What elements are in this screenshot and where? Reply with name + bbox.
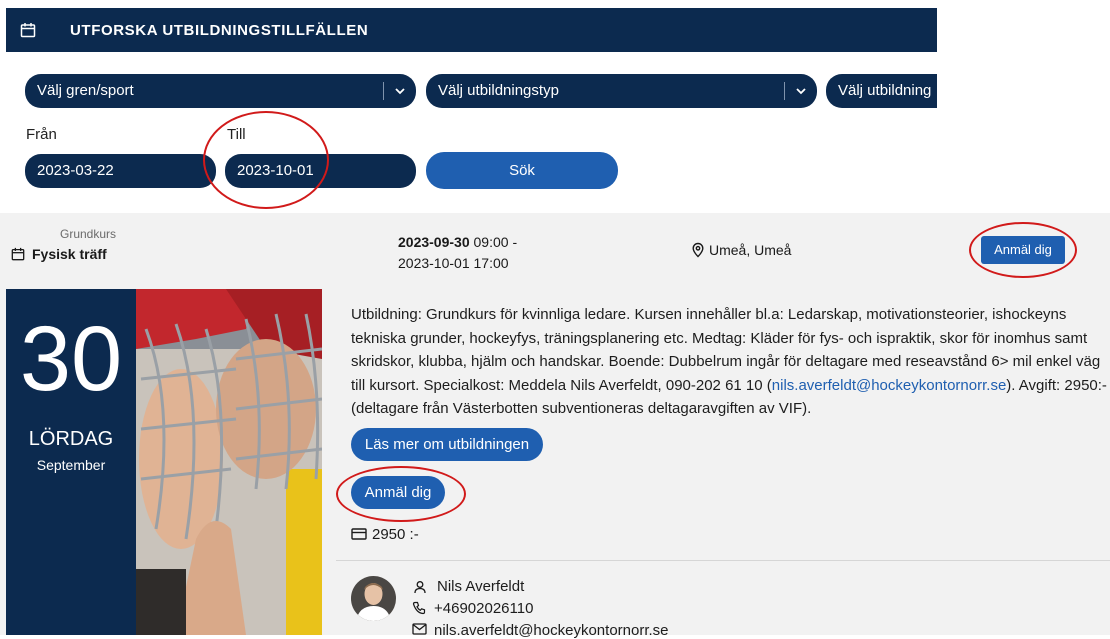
sport-select-label: Välj gren/sport bbox=[37, 82, 134, 99]
event-datetime: 2023-09-30 09:00 - 2023-10-01 17:00 bbox=[398, 232, 517, 274]
event-location: Umeå, Umeå bbox=[709, 242, 792, 258]
price: 2950 :- bbox=[372, 526, 419, 543]
annotation-circle-to-date bbox=[203, 111, 329, 209]
location-pin-icon bbox=[692, 242, 704, 258]
chevron-down-icon bbox=[796, 88, 806, 95]
event-description: Utbildning: Grundkurs för kvinnliga leda… bbox=[351, 303, 1110, 421]
event-photo-illustration bbox=[136, 289, 322, 635]
select-divider bbox=[383, 82, 384, 100]
contact-email[interactable]: nils.averfeldt@hockeykontornorr.se bbox=[434, 622, 669, 639]
mail-icon bbox=[412, 623, 427, 635]
event-start-date: 2023-09-30 bbox=[398, 234, 470, 250]
weekday: LÖRDAG bbox=[28, 428, 114, 450]
annotation-circle-register bbox=[336, 466, 466, 522]
contact-phone[interactable]: +46902026110 bbox=[434, 600, 533, 617]
sport-select[interactable]: Välj gren/sport bbox=[25, 74, 416, 108]
person-icon bbox=[414, 581, 426, 594]
from-label: Från bbox=[26, 126, 57, 143]
month: September bbox=[36, 457, 106, 473]
read-more-button[interactable]: Läs mer om utbildningen bbox=[351, 428, 543, 461]
from-date-input[interactable]: 2023-03-22 bbox=[25, 154, 216, 188]
event-start-time: 09:00 - bbox=[473, 234, 518, 250]
chevron-down-icon bbox=[395, 88, 405, 95]
page-header: UTFORSKA UTBILDNINGSTILLFÄLLEN bbox=[6, 8, 937, 52]
education-type-select[interactable]: Välj utbildningstyp bbox=[426, 74, 817, 108]
credit-card-icon bbox=[351, 528, 367, 540]
calendar-icon bbox=[20, 23, 36, 38]
divider bbox=[336, 560, 1110, 561]
event-format: Fysisk träff bbox=[32, 246, 107, 262]
description-email-link[interactable]: nils.averfeldt@hockeykontornorr.se bbox=[772, 377, 1007, 394]
day-number: 30 bbox=[19, 308, 123, 410]
annotation-circle-register-top bbox=[969, 222, 1077, 278]
event-category: Grundkurs bbox=[60, 227, 117, 241]
calendar-icon bbox=[11, 247, 25, 261]
search-button[interactable]: Sök bbox=[426, 152, 618, 189]
event-photo bbox=[136, 289, 322, 635]
contact-name: Nils Averfeldt bbox=[437, 578, 525, 595]
select-divider bbox=[784, 82, 785, 100]
education-select-label: Välj utbildning bbox=[838, 82, 932, 99]
event-end: 2023-10-01 17:00 bbox=[398, 255, 509, 271]
education-select[interactable]: Välj utbildning bbox=[826, 74, 937, 108]
from-date-value: 2023-03-22 bbox=[37, 162, 114, 179]
avatar bbox=[351, 576, 396, 621]
avatar-illustration bbox=[351, 576, 396, 621]
page-title: UTFORSKA UTBILDNINGSTILLFÄLLEN bbox=[70, 22, 369, 39]
education-type-select-label: Välj utbildningstyp bbox=[438, 82, 559, 99]
date-tile: 30 LÖRDAG September bbox=[6, 289, 136, 635]
phone-icon bbox=[412, 601, 426, 615]
